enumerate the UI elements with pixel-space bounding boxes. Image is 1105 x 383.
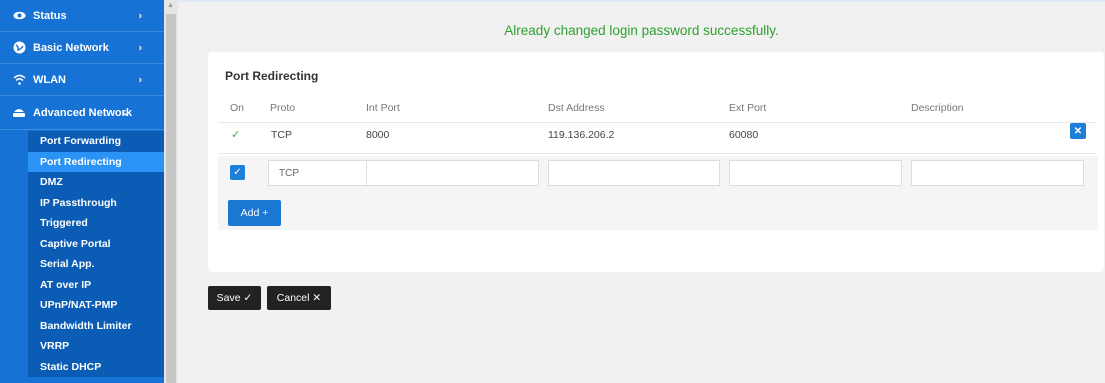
header-dst-address: Dst Address <box>548 102 605 114</box>
menu-item-advanced-network[interactable]: Advanced Network ⌄ <box>0 96 164 130</box>
delete-row-button[interactable]: ✕ <box>1070 123 1086 139</box>
header-on: On <box>230 102 245 114</box>
sidebar-item-vrrp[interactable]: VRRP <box>28 336 164 357</box>
check-icon: ✓ <box>233 167 242 178</box>
new-row-on-checkbox[interactable]: ✓ <box>230 165 245 180</box>
menu-label: Basic Network <box>33 41 109 54</box>
port-redirecting-panel: Port Redirecting On Proto Int Port Dst A… <box>208 52 1104 272</box>
sidebar-item-port-redirecting[interactable]: Port Redirecting <box>28 151 164 172</box>
chevron-right-icon: › <box>138 42 142 53</box>
header-ext-port: Ext Port <box>729 102 767 114</box>
submenu-advanced-network: Port Forwarding Port Redirecting DMZ IP Pas… <box>0 130 164 377</box>
menu-label: WLAN <box>33 73 66 86</box>
header-description: Description <box>911 102 964 114</box>
scroll-up-icon[interactable]: ▲ <box>167 2 174 9</box>
row-proto: TCP <box>271 129 292 141</box>
sidebar: Status › Basic Network › WLAN › Advanced… <box>0 0 164 383</box>
int-port-input[interactable] <box>366 160 539 186</box>
globe-icon <box>12 41 26 55</box>
eye-icon <box>12 9 26 23</box>
sidebar-item-triggered[interactable]: Triggered <box>28 213 164 234</box>
menu-item-status[interactable]: Status › <box>0 0 164 32</box>
chevron-right-icon: › <box>138 10 142 21</box>
sidebar-item-at-over-ip[interactable]: AT over IP <box>28 274 164 295</box>
header-int-port: Int Port <box>366 102 400 114</box>
add-button[interactable]: Add + <box>228 200 281 226</box>
save-button[interactable]: Save ✓ <box>208 286 261 310</box>
description-input[interactable] <box>911 160 1084 186</box>
row-on-check: ✓ <box>231 129 241 141</box>
menu-item-wlan[interactable]: WLAN › <box>0 64 164 96</box>
panel-title: Port Redirecting <box>225 69 319 83</box>
menu-label: Advanced Network <box>33 106 133 119</box>
row-divider <box>218 122 1096 123</box>
sidebar-item-captive-portal[interactable]: Captive Portal <box>28 233 164 254</box>
menu-label: Status <box>33 9 67 22</box>
main-content: Already changed login password successfu… <box>178 0 1105 383</box>
sidebar-item-static-dhcp[interactable]: Static DHCP <box>28 356 164 377</box>
chevron-right-icon: › <box>138 74 142 85</box>
row-divider <box>218 153 1096 154</box>
cancel-button[interactable]: Cancel ✕ <box>267 286 331 310</box>
sidebar-item-upnp-nat-pmp[interactable]: UPnP/NAT-PMP <box>28 295 164 316</box>
ext-port-input[interactable] <box>729 160 902 186</box>
sidebar-item-port-forwarding[interactable]: Port Forwarding <box>28 131 164 152</box>
chevron-down-icon: ⌄ <box>121 107 130 118</box>
scrollbar-thumb[interactable] <box>166 14 176 383</box>
sidebar-item-bandwidth-limiter[interactable]: Bandwidth Limiter <box>28 315 164 336</box>
row-dst-address: 119.136.206.2 <box>548 129 615 141</box>
menu-item-basic-network[interactable]: Basic Network › <box>0 32 164 64</box>
app-root: Status › Basic Network › WLAN › Advanced… <box>0 0 1105 383</box>
sidebar-item-ip-passthrough[interactable]: IP Passthrough <box>28 192 164 213</box>
row-ext-port: 60080 <box>729 129 759 141</box>
header-proto: Proto <box>270 102 296 114</box>
row-int-port: 8000 <box>366 129 390 141</box>
network-icon <box>12 106 26 120</box>
sidebar-item-serial-app[interactable]: Serial App. <box>28 254 164 275</box>
sidebar-scrollbar[interactable]: ▲ <box>164 0 178 383</box>
dst-address-input[interactable] <box>548 160 720 186</box>
sidebar-item-dmz[interactable]: DMZ <box>28 172 164 193</box>
wifi-icon <box>12 73 26 87</box>
close-icon: ✕ <box>1073 125 1083 137</box>
status-notice: Already changed login password successfu… <box>504 23 779 38</box>
proto-select-value: TCP <box>279 167 299 179</box>
